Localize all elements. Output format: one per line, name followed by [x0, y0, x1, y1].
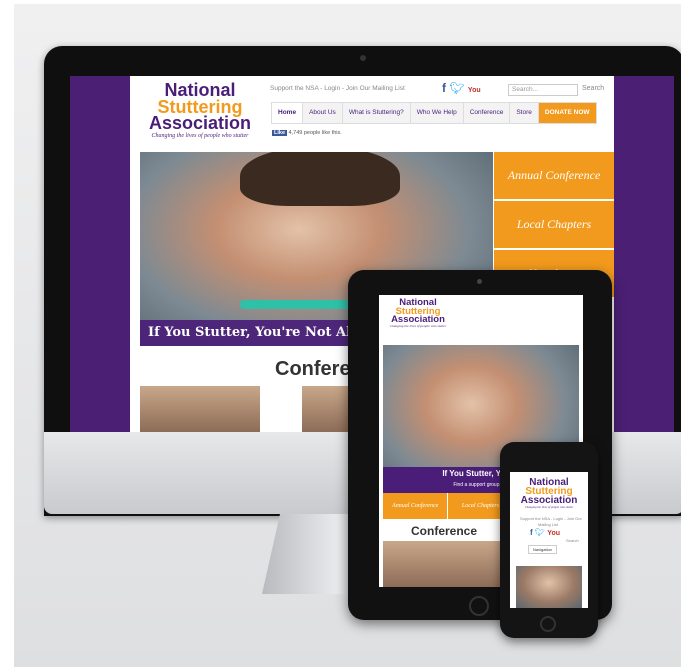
nav-who-we-help[interactable]: Who We Help [411, 103, 464, 123]
social-links: f 🐦︎ You [442, 81, 481, 95]
search-button[interactable]: Search [582, 85, 604, 92]
phone-top-links[interactable]: Support the NSA - Login - Join Our [520, 516, 582, 521]
nav-about-us[interactable]: About Us [303, 103, 343, 123]
camera-icon [477, 279, 482, 284]
like-button[interactable]: Like [272, 130, 288, 136]
youtube-icon[interactable]: You [547, 530, 560, 537]
youtube-icon[interactable]: You [468, 87, 481, 94]
iphone-home-button[interactable] [540, 616, 556, 632]
facebook-icon[interactable]: f [442, 81, 446, 95]
top-links[interactable]: Support the NSA - Login - Join Our Maili… [270, 85, 405, 92]
phone-search-button[interactable]: Search [566, 538, 579, 543]
logo-line-3: Association [148, 113, 252, 134]
conference-thumb-1[interactable] [140, 386, 260, 432]
site-logo[interactable]: National Stuttering Association Changing… [136, 81, 264, 139]
logo-tagline: Changing the lives of people who stutter [151, 132, 249, 139]
tablet-link-annual-conference[interactable]: Annual Conference [383, 493, 449, 519]
ipad-home-button[interactable] [469, 596, 489, 616]
nav-conference[interactable]: Conference [464, 103, 511, 123]
donate-button[interactable]: DONATE NOW [538, 103, 596, 123]
hero-caption: If You Stutter, You're Not Alone [148, 325, 378, 340]
phone-screen: National Stuttering Association Changing… [510, 472, 588, 608]
section-heading: Confere [275, 358, 351, 380]
main-nav: Home About Us What is Stuttering? Who We… [271, 102, 597, 124]
tablet-logo[interactable]: National Stuttering Association Changing… [383, 298, 453, 329]
phone-mailing-link[interactable]: Mailing List [538, 522, 558, 527]
search-input[interactable]: Search... [508, 84, 578, 96]
facebook-like[interactable]: Like 4,749 people like this. [272, 130, 342, 136]
phone-social-links: f 🐦︎ You [530, 528, 560, 537]
phone-hero-image[interactable] [516, 566, 582, 608]
nav-store[interactable]: Store [510, 103, 539, 123]
tablet-section-heading: Conference [411, 524, 478, 538]
nav-what-is-stuttering[interactable]: What is Stuttering? [343, 103, 411, 123]
device-mockup-stage: National Stuttering Association Changing… [14, 4, 681, 667]
phone-navigation-button[interactable]: Navigation [528, 545, 557, 554]
camera-icon [360, 55, 366, 61]
facebook-icon[interactable]: f [530, 528, 533, 537]
side-link-annual-conference[interactable]: Annual Conference [494, 152, 614, 199]
hero-person-hair [240, 152, 400, 206]
twitter-icon[interactable]: 🐦︎ [535, 528, 545, 537]
phone-logo[interactable]: National Stuttering Association Changing… [514, 477, 584, 508]
iphone-frame: National Stuttering Association Changing… [500, 442, 598, 638]
nav-home[interactable]: Home [272, 103, 304, 123]
tablet-logo-tagline: Changing the lives of people who stutter [389, 324, 447, 329]
twitter-icon[interactable]: 🐦︎ [449, 81, 464, 95]
like-count: 4,749 people like this. [288, 130, 342, 136]
side-link-local-chapters[interactable]: Local Chapters [494, 201, 614, 248]
